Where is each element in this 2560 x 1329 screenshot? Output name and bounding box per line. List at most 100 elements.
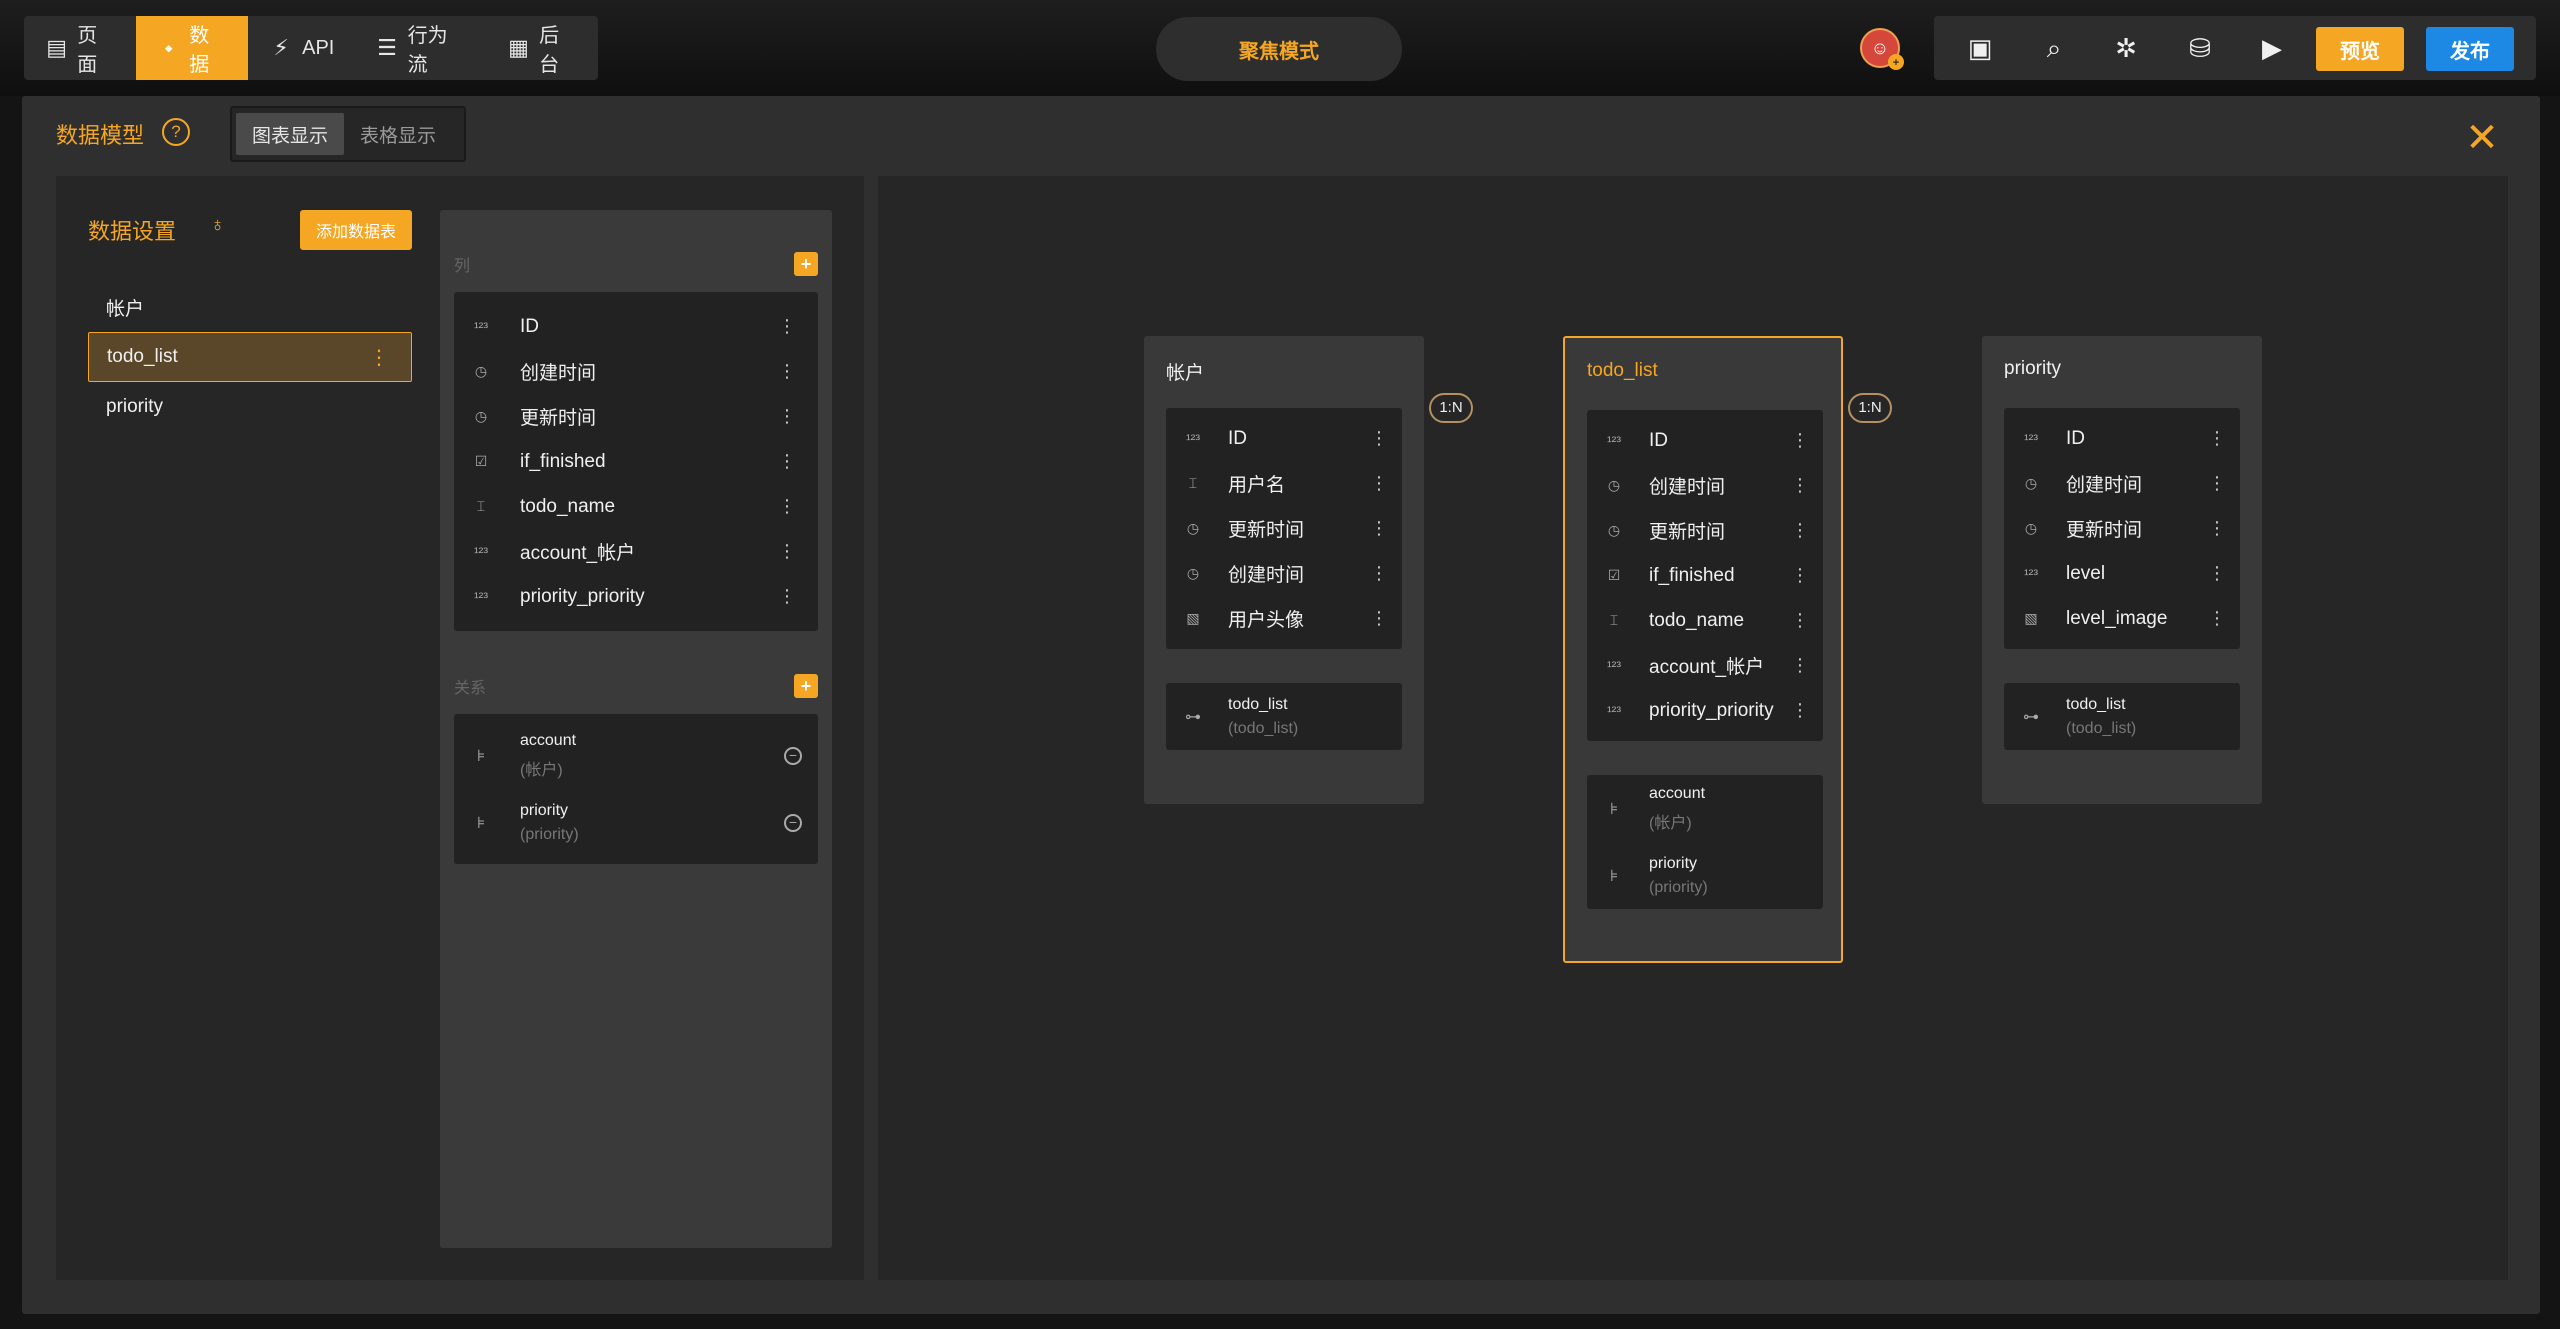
more-icon[interactable]: ⋮	[1370, 563, 1388, 584]
field-row[interactable]: ▧ 用户头像 ⋮	[1166, 596, 1402, 641]
publish-button[interactable]: 发布	[2426, 27, 2514, 71]
field-row[interactable]: ◷ 创建时间 ⋮	[1587, 463, 1823, 508]
lightbulb-icon[interactable]: ♁	[210, 214, 225, 237]
relation-badge[interactable]: 1:N	[1848, 393, 1892, 423]
more-icon[interactable]: ⋮	[2208, 608, 2226, 629]
more-icon[interactable]: ⋮	[1791, 520, 1809, 541]
field-row[interactable]: ◷ 更新时间 ⋮	[1166, 506, 1402, 551]
more-icon[interactable]: ⋮	[778, 586, 796, 607]
clock-icon: ◷	[1607, 522, 1621, 538]
save-icon[interactable]: ▣	[1962, 30, 1998, 66]
remove-icon[interactable]: −	[784, 813, 802, 832]
field-row[interactable]: ¹²³ ID ⋮	[454, 304, 818, 349]
more-icon[interactable]: ⋮	[2208, 563, 2226, 584]
remove-icon[interactable]: −	[784, 746, 802, 765]
field-row[interactable]: ☑ if_finished ⋮	[1587, 553, 1823, 598]
diagram-canvas[interactable]: 1:N 1:N 帐户 ¹²³ ID ⋮ ⌶ 用户名 ⋮ ◷ 更新时间 ⋮ ◷ 创建时间 ⋮ ▧ 用户头像 ⋮ ⊶…	[878, 176, 2508, 1280]
field-row[interactable]: ◷ 创建时间 ⋮	[454, 349, 818, 394]
field-row[interactable]: ⌶ todo_name ⋮	[1587, 598, 1823, 643]
field-row[interactable]: ▧ level_image ⋮	[2004, 596, 2240, 641]
preview-button[interactable]: 预览	[2316, 27, 2404, 71]
field-row[interactable]: ◷ 更新时间 ⋮	[2004, 506, 2240, 551]
table-item-account[interactable]: 帐户	[88, 282, 412, 332]
nav-api-button[interactable]: ⚡ API	[248, 16, 354, 80]
field-row[interactable]: ¹²³ account_帐户 ⋮	[454, 529, 818, 574]
field-row[interactable]: ☑ if_finished ⋮	[454, 439, 818, 484]
table-card-fields: ¹²³ ID ⋮ ◷ 创建时间 ⋮ ◷ 更新时间 ⋮ ☑ if_finished ⋮ ⌶ todo_nam…	[1587, 410, 1823, 741]
relation-row[interactable]: ⊧ account (帐户)	[1587, 775, 1823, 842]
more-icon[interactable]: ⋮	[1370, 473, 1388, 494]
close-icon[interactable]: ✕	[2462, 118, 2502, 160]
table-card[interactable]: todo_list ¹²³ ID ⋮ ◷ 创建时间 ⋮ ◷ 更新时间 ⋮ ☑ if_finished ⋮…	[1563, 336, 1843, 963]
field-row[interactable]: ⌶ 用户名 ⋮	[1166, 461, 1402, 506]
field-row[interactable]: ¹²³ level ⋮	[2004, 551, 2240, 596]
field-row[interactable]: ⌶ todo_name ⋮	[454, 484, 818, 529]
field-row[interactable]: ◷ 创建时间 ⋮	[2004, 461, 2240, 506]
nav-pages-button[interactable]: ▤ 页面	[24, 16, 136, 80]
image-icon: ▧	[2024, 610, 2038, 626]
relation-row[interactable]: ⊶ todo_list (todo_list)	[1166, 683, 1402, 750]
relation-row[interactable]: ⊧ priority (priority)	[1587, 842, 1823, 909]
more-icon[interactable]: ⋮	[778, 406, 796, 427]
field-row[interactable]: ¹²³ ID ⋮	[2004, 416, 2240, 461]
relation-badge[interactable]: 1:N	[1429, 393, 1473, 423]
relation-row[interactable]: ⊧ priority (priority) −	[454, 789, 818, 856]
add-table-button[interactable]: 添加数据表	[300, 210, 412, 250]
field-row[interactable]: ◷ 创建时间 ⋮	[1166, 551, 1402, 596]
nav-backend-button[interactable]: ▦ 后台	[486, 16, 598, 80]
more-icon[interactable]: ⋮	[2208, 518, 2226, 539]
more-icon[interactable]: ⋮	[1791, 430, 1809, 451]
field-row[interactable]: ¹²³ account_帐户 ⋮	[1587, 643, 1823, 688]
deploy-icon[interactable]: ▶	[2254, 30, 2290, 66]
more-icon[interactable]: ⋮	[1791, 700, 1809, 721]
field-row[interactable]: ¹²³ ID ⋮	[1587, 418, 1823, 463]
focus-mode-button[interactable]: 聚焦模式	[1156, 17, 1402, 81]
more-icon[interactable]: ⋮	[1370, 608, 1388, 629]
relation-row[interactable]: ⊶ todo_list (todo_list)	[2004, 683, 2240, 750]
field-row[interactable]: ¹²³ priority_priority ⋮	[1587, 688, 1823, 733]
more-icon[interactable]: ⋮	[778, 316, 796, 337]
relation-target: (todo_list)	[1228, 719, 1299, 737]
checkbox-icon: ☑	[1607, 567, 1621, 583]
field-row[interactable]: ◷ 更新时间 ⋮	[1587, 508, 1823, 553]
table-card[interactable]: priority ¹²³ ID ⋮ ◷ 创建时间 ⋮ ◷ 更新时间 ⋮ ¹²³ level ⋮ ▧ leve…	[1982, 336, 2262, 804]
search-icon[interactable]: ⌕	[2036, 30, 2072, 66]
more-icon[interactable]: ⋮	[1791, 610, 1809, 631]
field-row[interactable]: ¹²³ ID ⋮	[1166, 416, 1402, 461]
add-column-button[interactable]: +	[794, 252, 818, 276]
more-icon[interactable]: ⋮	[778, 361, 796, 382]
table-card[interactable]: 帐户 ¹²³ ID ⋮ ⌶ 用户名 ⋮ ◷ 更新时间 ⋮ ◷ 创建时间 ⋮ ▧ 用户头像 ⋮ ⊶ todo_lis…	[1144, 336, 1424, 804]
add-relation-button[interactable]: +	[794, 674, 818, 698]
more-icon[interactable]: ⋮	[778, 451, 796, 472]
avatar[interactable]: ☺ +	[1860, 28, 1904, 70]
help-icon[interactable]: ?	[162, 118, 190, 146]
field-name: 创建时间	[2066, 475, 2143, 496]
more-icon[interactable]: ⋮	[2208, 473, 2226, 494]
more-icon[interactable]: ⋮	[1791, 655, 1809, 676]
more-icon[interactable]: ⋮	[369, 345, 389, 370]
more-icon[interactable]: ⋮	[1370, 518, 1388, 539]
relation-icon: ⊧	[476, 814, 486, 832]
nav-flow-button[interactable]: ☰ 行为流	[354, 16, 486, 80]
tab-chart-view[interactable]: 图表显示	[236, 113, 345, 155]
more-icon[interactable]: ⋮	[778, 496, 796, 517]
table-item-priority[interactable]: priority	[88, 382, 412, 432]
number-icon: ¹²³	[474, 543, 488, 560]
field-name: if_finished	[520, 450, 606, 472]
relation-row[interactable]: ⊧ account (帐户) −	[454, 722, 818, 789]
tab-table-view[interactable]: 表格显示	[344, 113, 452, 155]
nav-data-button[interactable]: ⬩ 数据	[136, 16, 249, 80]
more-icon[interactable]: ⋮	[778, 541, 796, 562]
field-row[interactable]: ¹²³ priority_priority ⋮	[454, 574, 818, 619]
more-icon[interactable]: ⋮	[2208, 428, 2226, 449]
more-icon[interactable]: ⋮	[1791, 475, 1809, 496]
field-row[interactable]: ◷ 更新时间 ⋮	[454, 394, 818, 439]
more-icon[interactable]: ⋮	[1791, 565, 1809, 586]
debug-icon[interactable]: ✲	[2108, 30, 2144, 66]
database-check-icon[interactable]: ⛁	[2182, 30, 2218, 66]
more-icon[interactable]: ⋮	[1370, 428, 1388, 449]
view-toggle: 图表显示 表格显示	[230, 106, 466, 162]
table-item-todo-list[interactable]: todo_list ⋮	[88, 332, 412, 382]
checkbox-icon: ☑	[474, 453, 488, 469]
